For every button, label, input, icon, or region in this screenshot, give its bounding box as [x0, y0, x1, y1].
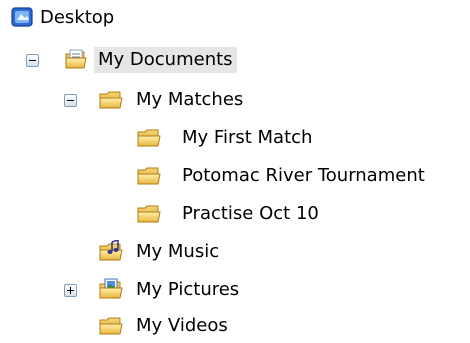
- tree-item-my-matches[interactable]: My Matches: [0, 84, 470, 116]
- music-folder-icon: [98, 238, 126, 264]
- tree-item-label: Practise Oct 10: [182, 203, 319, 224]
- pictures-folder-icon: [98, 278, 126, 302]
- open-folder-icon: [98, 88, 126, 112]
- folder-icon: [136, 164, 164, 188]
- tree-item-my-videos[interactable]: My Videos: [0, 310, 470, 342]
- tree-item-label: My Matches: [136, 89, 244, 110]
- folder-icon: [98, 314, 126, 338]
- tree-item-my-pictures[interactable]: My Pictures: [0, 274, 470, 306]
- tree-item-potomac-river-tournament[interactable]: Potomac River Tournament: [0, 160, 470, 192]
- tree-item-label: My Pictures: [136, 279, 240, 300]
- tree-item-practise-oct-10[interactable]: Practise Oct 10: [0, 198, 470, 230]
- collapse-toggle[interactable]: [26, 54, 39, 67]
- collapse-toggle[interactable]: [64, 94, 77, 107]
- tree-item-label: My Documents: [94, 47, 237, 73]
- desktop-icon: [10, 6, 38, 30]
- tree-item-my-first-match[interactable]: My First Match: [0, 122, 470, 154]
- documents-folder-icon: [64, 48, 92, 72]
- expand-toggle[interactable]: [64, 284, 77, 297]
- tree-item-my-music[interactable]: My Music: [0, 236, 470, 268]
- tree-item-label: My Music: [136, 241, 220, 262]
- tree-item-label: Potomac River Tournament: [182, 165, 425, 186]
- tree-item-desktop[interactable]: Desktop: [0, 2, 470, 34]
- tree-item-my-documents[interactable]: My Documents: [0, 44, 470, 76]
- folder-icon: [136, 126, 164, 150]
- tree-item-label: Desktop: [40, 7, 115, 28]
- tree-item-label: My First Match: [182, 127, 313, 148]
- folder-icon: [136, 202, 164, 226]
- tree-item-label: My Videos: [136, 315, 228, 336]
